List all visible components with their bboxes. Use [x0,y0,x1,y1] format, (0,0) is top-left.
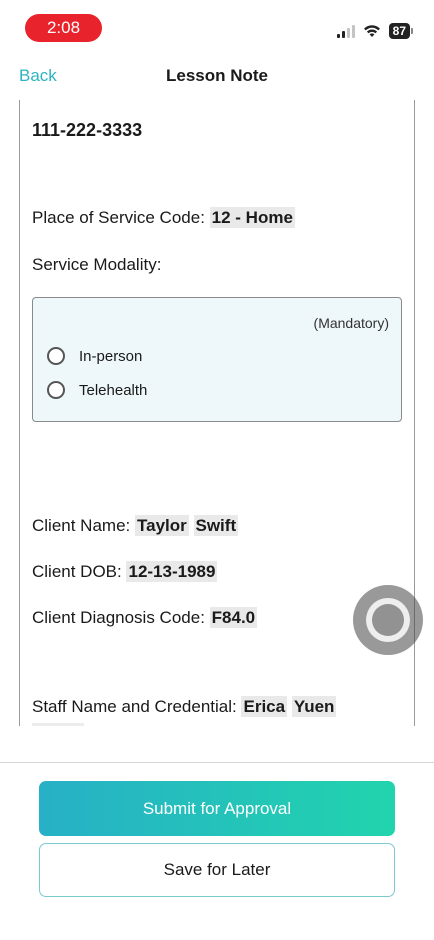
staff-first-name: Erica [241,696,288,717]
status-time: 2:08 [25,14,102,42]
modality-option-label: In-person [79,347,143,365]
mandatory-label: (Mandatory) [313,315,389,331]
place-of-service-value: 12 - Home [209,207,295,228]
radio-telehealth[interactable] [47,381,65,399]
client-diagnosis-row: Client Diagnosis Code: F84.0 [32,607,258,628]
client-diagnosis-label: Client Diagnosis Code: [32,608,205,627]
staff-row: Staff Name and Credential: Erica Yuen [32,696,337,717]
place-of-service-label: Place of Service Code: [32,208,205,227]
cellular-signal-icon [336,24,355,38]
modality-option-label: Telehealth [79,381,148,399]
radio-in-person[interactable] [47,347,65,365]
client-name-row: Client Name: Taylor Swift [32,515,239,536]
phone-number: 111-222-3333 [32,120,143,140]
service-modality-label: Service Modality: [32,255,162,274]
submit-for-approval-button[interactable]: Submit for Approval [39,781,395,836]
place-of-service-row: Place of Service Code: 12 - Home [32,207,295,228]
bottom-action-panel: Submit for Approval Save for Later [0,762,434,901]
battery-icon: 87 [388,23,414,39]
modality-option-in-person[interactable]: In-person [47,347,142,365]
service-modality-group: (Mandatory) In-person Telehealth [32,297,402,422]
client-last-name: Swift [193,515,239,536]
client-dob-value: 12-13-1989 [126,561,218,582]
status-icons: 87 [336,20,414,42]
page-title: Lesson Note [165,66,269,85]
modality-option-telehealth[interactable]: Telehealth [47,381,147,399]
staff-credential-chip [32,723,84,726]
staff-last-name: Yuen [291,696,337,717]
client-name-label: Client Name: [32,516,131,535]
save-for-later-button[interactable]: Save for Later [39,843,395,897]
client-diagnosis-value: F84.0 [209,607,258,628]
client-dob-row: Client DOB: 12-13-1989 [32,561,218,582]
client-dob-label: Client DOB: [32,562,122,581]
client-first-name: Taylor [135,515,189,536]
wifi-icon [363,25,380,37]
assistive-touch-button[interactable] [353,585,423,655]
staff-label: Staff Name and Credential: [32,697,237,716]
